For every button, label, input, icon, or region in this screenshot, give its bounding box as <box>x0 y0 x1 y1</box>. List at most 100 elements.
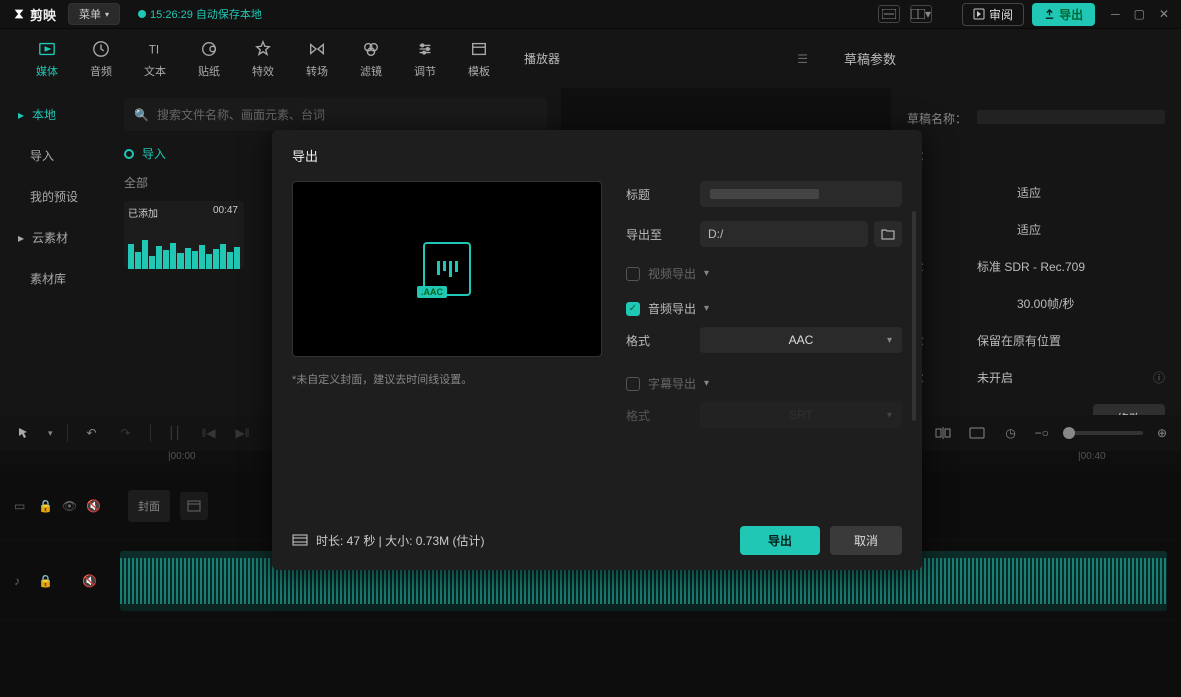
format-value: AAC <box>789 333 814 347</box>
audio-track-icon[interactable]: ♪ <box>14 574 28 588</box>
sidebar-label: 本地 <box>32 106 56 123</box>
svg-text:TI: TI <box>149 43 159 56</box>
menu-icon[interactable]: ☰ <box>797 52 808 66</box>
sidebar-library[interactable]: 素材库 <box>8 262 102 295</box>
sticker-icon <box>199 39 219 59</box>
ribbon-audio[interactable]: 音频 <box>74 29 128 88</box>
mute-icon[interactable]: 🔇 <box>86 499 100 513</box>
film-chip[interactable] <box>180 492 208 520</box>
sidebar-local[interactable]: 本地 <box>8 98 102 131</box>
keyboard-icon[interactable] <box>878 5 900 23</box>
undo-icon[interactable]: ↶ <box>82 424 102 442</box>
video-export-section[interactable]: 视频导出 ▾ <box>626 265 902 282</box>
ribbon-transition[interactable]: 转场 <box>290 29 344 88</box>
zoom-out-icon[interactable]: −○ <box>1035 426 1049 440</box>
scrollbar[interactable] <box>912 211 916 421</box>
browse-folder-button[interactable] <box>874 221 902 247</box>
cancel-button[interactable]: 取消 <box>830 526 902 555</box>
eye-icon[interactable]: 👁 <box>62 499 76 513</box>
chevron-down-icon: ▾ <box>887 410 892 421</box>
ruler-tick: |00:00 <box>168 451 196 462</box>
audio-checkbox[interactable]: ✓ <box>626 302 640 316</box>
close-icon[interactable]: ✕ <box>1159 7 1169 21</box>
media-thumbnail[interactable]: 已添加 00:47 <box>124 201 244 269</box>
maximize-icon[interactable]: ▢ <box>1134 7 1145 21</box>
align-icon[interactable] <box>933 424 953 442</box>
path-value: D:/ <box>708 227 723 241</box>
redo-icon[interactable]: ↷ <box>116 424 136 442</box>
cut-right-icon[interactable]: ▶‖ <box>233 424 253 442</box>
ribbon-media[interactable]: 媒体 <box>20 29 74 88</box>
status-dot-icon <box>138 10 146 18</box>
title-label: 标题 <box>626 186 700 203</box>
ribbon-template[interactable]: 模板 <box>452 29 506 88</box>
export-dialog: 导出 .AAC *未自定义封面，建议去时间线设置。 标题 导出至 D:/ <box>272 130 922 570</box>
ribbon-adjust[interactable]: 调节 <box>398 29 452 88</box>
split-icon[interactable]: ⎮⎮ <box>165 424 185 442</box>
path-input[interactable]: D:/ <box>700 221 868 247</box>
ribbon-text[interactable]: TI文本 <box>128 29 182 88</box>
export-button[interactable]: 导出 <box>1032 3 1095 26</box>
import-label: 导入 <box>142 145 166 162</box>
param-keep: 保留在原有位置 <box>977 332 1165 349</box>
ruler-tick: |00:40 <box>1078 451 1106 462</box>
app-name: 剪映 <box>30 5 56 24</box>
param-name-value <box>977 110 1165 124</box>
param-fps: 30.00帧/秒 <box>1017 295 1165 312</box>
filter-label: 全部 <box>124 176 148 190</box>
pointer-icon[interactable] <box>14 424 34 442</box>
autosave-text: 15:26:29 自动保存本地 <box>150 6 262 22</box>
title-input[interactable] <box>700 181 902 207</box>
export-confirm-button[interactable]: 导出 <box>740 526 820 555</box>
ribbon-filter[interactable]: 滤镜 <box>344 29 398 88</box>
film-icon[interactable]: ▭ <box>14 499 28 513</box>
player-label: 播放器 <box>524 50 560 67</box>
tool-ribbon: 媒体 音频 TI文本 贴纸 特效 转场 滤镜 调节 模板 播放器 ☰ 草稿参数 <box>0 28 1181 88</box>
sidebar-import[interactable]: 导入 <box>8 139 102 172</box>
audio-export-section[interactable]: ✓ 音频导出 ▾ <box>626 300 902 317</box>
mute-icon[interactable]: 🔇 <box>82 574 96 588</box>
import-icon <box>124 149 134 159</box>
sidebar-cloud[interactable]: 云素材 <box>8 221 102 254</box>
lock-icon[interactable]: 🔒 <box>38 574 52 588</box>
cover-chip[interactable]: 封面 <box>128 490 170 522</box>
preview-column: .AAC *未自定义封面，建议去时间线设置。 <box>292 181 602 516</box>
lock-icon[interactable]: 🔒 <box>38 499 52 513</box>
param-fit1: 适应 <box>1017 184 1165 201</box>
layout-icon[interactable]: ▾ <box>910 5 932 23</box>
review-button[interactable]: 审阅 <box>962 3 1024 26</box>
menu-label: 菜单 <box>79 6 101 22</box>
search-input[interactable]: 🔍 搜索文件名称、画面元素、台词 <box>124 98 547 131</box>
window-controls: ─ ▢ ✕ <box>1111 7 1169 21</box>
ribbon-effects[interactable]: 特效 <box>236 29 290 88</box>
added-badge: 已添加 <box>128 205 158 220</box>
timer-icon[interactable]: ◷ <box>1001 424 1021 442</box>
zoom-slider[interactable] <box>1063 431 1143 435</box>
waveform-icon <box>128 227 240 269</box>
cut-left-icon[interactable]: ‖◀ <box>199 424 219 442</box>
format-select[interactable]: AAC▾ <box>700 327 902 353</box>
review-icon <box>973 8 985 20</box>
form-column: 标题 导出至 D:/ 视频导出 ▾ ✓ 音频导出 ▾ 格式 <box>626 181 902 516</box>
template-icon <box>469 39 489 59</box>
subtitle-checkbox[interactable] <box>626 377 640 391</box>
subtitle-format-label: 格式 <box>626 407 700 424</box>
ribbon-sticker[interactable]: 贴纸 <box>182 29 236 88</box>
sidebar-label: 云素材 <box>32 229 68 246</box>
sidebar-preset[interactable]: 我的预设 <box>8 180 102 213</box>
zoom-in-icon[interactable]: ⊕ <box>1157 426 1167 440</box>
ribbon-label: 贴纸 <box>198 63 220 79</box>
info-icon[interactable]: ⓘ <box>1153 369 1165 386</box>
menu-button[interactable]: 菜单 ▾ <box>68 3 120 25</box>
video-checkbox[interactable] <box>626 267 640 281</box>
chevron-down-icon[interactable]: ▾ <box>48 428 53 439</box>
param-color: 标准 SDR - Rec.709 <box>977 258 1165 275</box>
path-label: 导出至 <box>626 226 700 243</box>
subtitle-export-section[interactable]: 字幕导出 ▾ <box>626 375 902 392</box>
track-head: ▭ 🔒 👁 🔇 <box>0 499 120 513</box>
chevron-down-icon: ▾ <box>105 10 109 19</box>
minimize-icon[interactable]: ─ <box>1111 7 1120 21</box>
logo-icon <box>12 7 26 21</box>
preview-icon[interactable] <box>967 424 987 442</box>
ribbon-label: 滤镜 <box>360 63 382 79</box>
